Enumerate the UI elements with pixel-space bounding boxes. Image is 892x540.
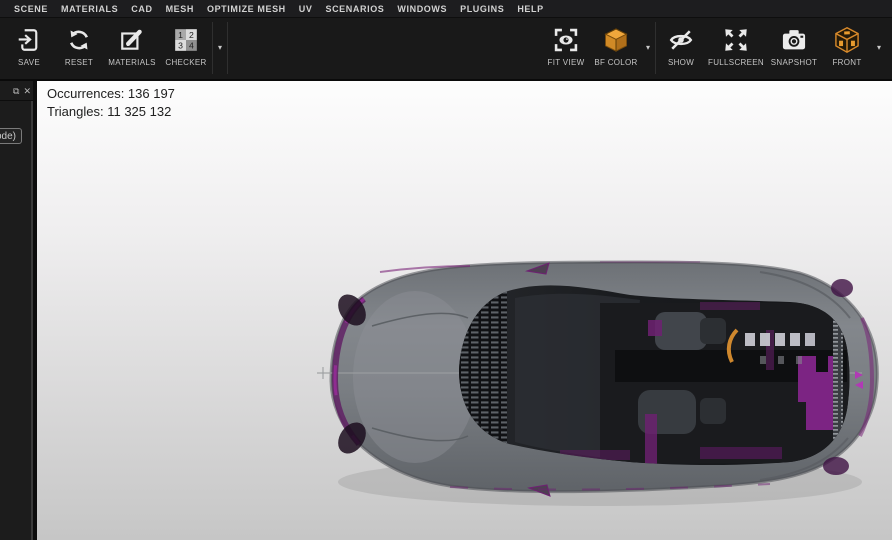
reset-label: RESET — [65, 58, 93, 67]
menu-materials[interactable]: MATERIALS — [61, 4, 118, 14]
show-button[interactable]: SHOW — [656, 18, 706, 76]
toolbar-left-group: SAVE RESET MATERIALS — [4, 18, 228, 79]
panel-close-icon[interactable]: ✕ — [23, 87, 31, 96]
menu-mesh[interactable]: MESH — [166, 4, 194, 14]
snapshot-label: SNAPSHOT — [771, 58, 817, 67]
svg-text:4: 4 — [189, 41, 194, 51]
menu-optimize-mesh[interactable]: OPTIMIZE MESH — [207, 4, 286, 14]
save-button[interactable]: SAVE — [4, 18, 54, 76]
checker-icon: 1 2 3 4 — [173, 25, 199, 55]
panel-popout-icon[interactable]: ⧉ — [13, 87, 19, 96]
svg-text:1: 1 — [178, 30, 183, 40]
panel-gap — [33, 81, 37, 540]
menu-cad[interactable]: CAD — [131, 4, 152, 14]
svg-text:2: 2 — [189, 30, 194, 40]
viewport-3d[interactable]: Occurrences: 136 197 Triangles: 11 325 1… — [37, 81, 892, 540]
bf-color-dropdown-arrow-icon[interactable]: ▾ — [641, 18, 655, 76]
menu-plugins[interactable]: PLUGINS — [460, 4, 504, 14]
front-view-cube-icon — [833, 25, 861, 55]
menu-bar: SCENE MATERIALS CAD MESH OPTIMIZE MESH U… — [0, 0, 892, 18]
svg-text:3: 3 — [178, 41, 183, 51]
checker-button[interactable]: 1 2 3 4 CHECKER — [160, 18, 212, 76]
front-view-label: FRONT — [832, 58, 861, 67]
snapshot-button[interactable]: SNAPSHOT — [766, 18, 822, 76]
render-mode-box: l mode) — [0, 128, 22, 144]
menu-scenarios[interactable]: SCENARIOS — [325, 4, 384, 14]
checker-dropdown-arrow-icon[interactable]: ▾ — [213, 18, 227, 76]
checker-label: CHECKER — [165, 58, 206, 67]
bf-color-cube-icon — [602, 25, 630, 55]
materials-button[interactable]: MATERIALS — [104, 18, 160, 76]
render-mode-label: l mode) — [0, 131, 16, 142]
front-view-button[interactable]: FRONT — [822, 18, 872, 76]
bf-color-button[interactable]: BF COLOR — [591, 18, 641, 76]
left-panel-strip: ⧉ ✕ l mode) — [0, 81, 37, 540]
car-model-top-view — [37, 81, 892, 540]
bf-color-label: BF COLOR — [594, 58, 637, 67]
menu-windows[interactable]: WINDOWS — [397, 4, 447, 14]
panel-divider — [0, 100, 33, 101]
materials-label: MATERIALS — [108, 58, 155, 67]
show-hidden-eye-icon — [667, 25, 695, 55]
fit-view-button[interactable]: FIT VIEW — [541, 18, 591, 76]
reset-icon — [66, 25, 92, 55]
show-label: SHOW — [668, 58, 694, 67]
materials-edit-icon — [119, 25, 145, 55]
save-label: SAVE — [18, 58, 40, 67]
fit-view-icon — [552, 25, 580, 55]
reset-button[interactable]: RESET — [54, 18, 104, 76]
menu-scene[interactable]: SCENE — [14, 4, 48, 14]
menu-help[interactable]: HELP — [517, 4, 543, 14]
fullscreen-label: FULLSCREEN — [708, 58, 764, 67]
snapshot-camera-icon — [780, 25, 808, 55]
toolbar: SAVE RESET MATERIALS — [0, 18, 892, 81]
fit-view-label: FIT VIEW — [548, 58, 585, 67]
fullscreen-expand-icon — [721, 25, 751, 55]
front-view-dropdown-arrow-icon[interactable]: ▾ — [872, 18, 886, 76]
fullscreen-button[interactable]: FULLSCREEN — [706, 18, 766, 76]
menu-uv[interactable]: UV — [299, 4, 313, 14]
toolbar-right-group: FIT VIEW BF COLOR ▾ — [541, 18, 886, 79]
toolbar-separator — [227, 22, 228, 74]
save-icon — [16, 25, 42, 55]
